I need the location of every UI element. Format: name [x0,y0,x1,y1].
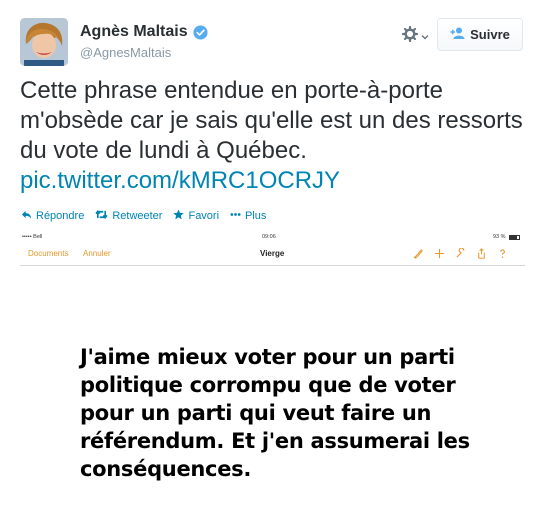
tweet-body: Cette phrase entendue en porte-à-porte m… [20,77,523,164]
follow-person-icon [450,27,465,42]
favorite-button[interactable]: Favori [173,209,219,223]
retweet-button[interactable]: Retweeter [95,209,162,223]
star-icon [173,209,185,223]
tweet-text: Cette phrase entendue en porte-à-porte m… [20,76,525,196]
more-label: Plus [245,210,267,222]
verified-badge-icon [193,24,208,40]
carrier-text: ••••• Bell [22,234,43,240]
tweet-media-link[interactable]: pic.twitter.com/kMRC1OCRJY [20,167,340,194]
help-icon [496,247,508,259]
brush-icon [412,247,424,259]
wrench-icon [454,247,466,259]
quote-text: J'aime mieux voter pour un parti politiq… [80,345,470,481]
pages-toolbar: Documents Annuler Vierge [20,244,525,264]
favorite-label: Favori [188,210,220,222]
clock-text: 09:06 [262,234,276,240]
reply-button[interactable]: Répondre [21,209,84,223]
toolbar-divider [20,265,525,266]
retweet-label: Retweeter [112,210,163,222]
ios-status-bar: ••••• Bell 09:06 93 % [20,230,525,243]
more-dots-icon [230,209,241,223]
document-title: Vierge [260,249,285,258]
share-icon [475,247,487,259]
author-name[interactable]: Agnès Maltais [80,23,188,41]
battery-text: 93 % [493,234,506,240]
author-handle[interactable]: @AgnesMaltais [80,45,171,60]
documents-button: Documents [28,249,69,258]
gear-icon [401,25,419,47]
battery-icon [508,234,520,240]
author-name-row[interactable]: Agnès Maltais [80,23,208,41]
reply-icon [21,209,32,223]
tweet-media-image[interactable]: ••••• Bell 09:06 93 % Documents Annuler … [20,230,525,508]
retweet-icon [95,209,108,223]
reply-label: Répondre [36,210,85,222]
chevron-down-icon [421,28,429,46]
more-button[interactable]: Plus [230,209,266,223]
user-actions-menu[interactable] [401,25,429,47]
avatar[interactable] [20,18,68,66]
tweet-actions: Répondre Retweeter Favori Plus [21,209,277,223]
follow-label: Suivre [470,27,510,42]
follow-button[interactable]: Suivre [437,18,523,51]
plus-icon [433,247,445,259]
battery-indicator: 93 % [493,234,520,240]
toolbar-icons [412,247,508,259]
cancel-button: Annuler [83,249,111,258]
